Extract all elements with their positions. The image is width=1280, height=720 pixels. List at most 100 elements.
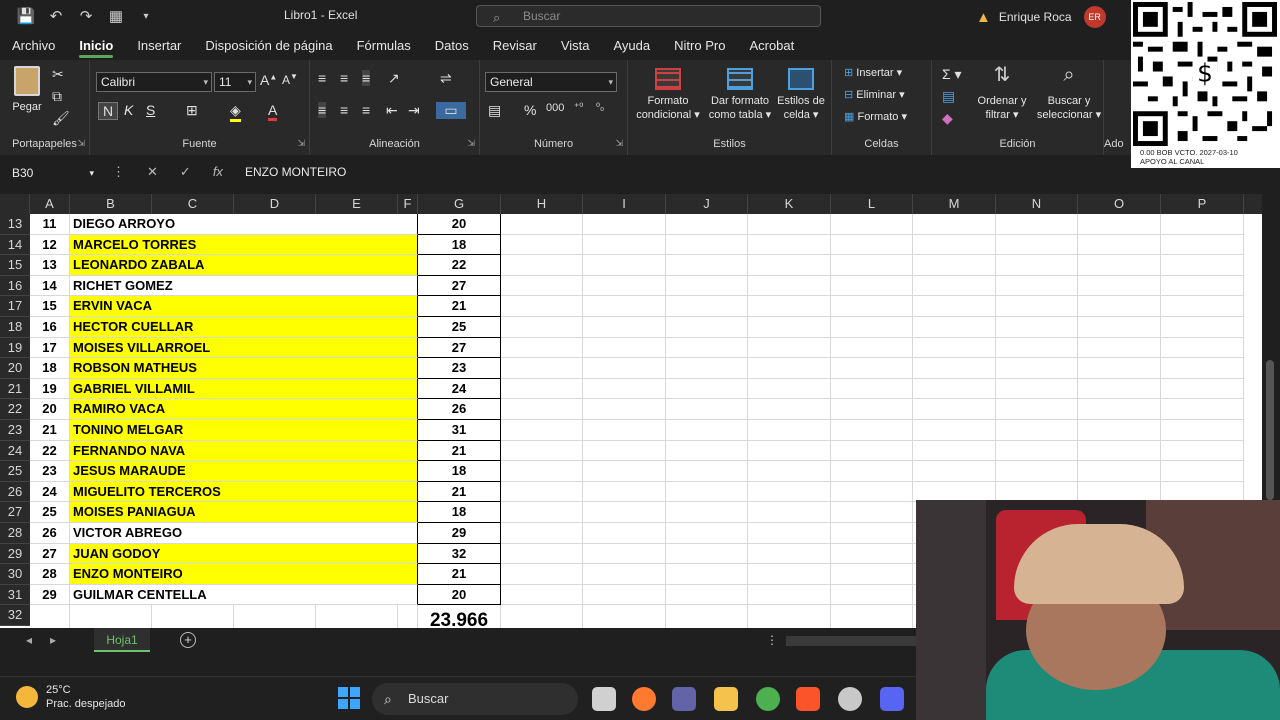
find-select-button[interactable]: ⌕ Buscar y seleccionar ▾ bbox=[1036, 65, 1102, 122]
empty-cell[interactable] bbox=[501, 543, 583, 565]
empty-cell[interactable] bbox=[831, 358, 913, 379]
column-header[interactable]: N bbox=[996, 194, 1078, 214]
empty-cell[interactable] bbox=[501, 584, 583, 606]
empty-cell[interactable] bbox=[1161, 214, 1244, 235]
empty-cell[interactable] bbox=[1078, 296, 1161, 317]
save-icon[interactable]: 💾 bbox=[16, 6, 36, 26]
customize-qa-icon[interactable]: ▾ bbox=[136, 6, 156, 26]
sort-filter-button[interactable]: ⇅ Ordenar y filtrar ▾ bbox=[974, 65, 1030, 122]
empty-cell[interactable] bbox=[666, 605, 748, 628]
empty-cell[interactable] bbox=[913, 296, 996, 317]
empty-cell[interactable] bbox=[831, 605, 913, 628]
cell-name[interactable]: LEONARDO ZABALA bbox=[70, 255, 418, 276]
empty-cell[interactable] bbox=[583, 420, 666, 441]
column-header[interactable]: K bbox=[748, 194, 831, 214]
cell-styles-button[interactable]: Estilos de celda ▾ bbox=[774, 68, 828, 122]
tab-insertar[interactable]: Insertar bbox=[125, 32, 193, 60]
vertical-scroll-thumb[interactable] bbox=[1266, 360, 1274, 500]
empty-cell[interactable] bbox=[583, 275, 666, 297]
paste-button[interactable]: Pegar bbox=[10, 66, 44, 114]
row-header[interactable]: 15 bbox=[0, 255, 30, 276]
cell-name[interactable]: GUILMAR CENTELLA bbox=[70, 584, 418, 606]
row-header[interactable]: 18 bbox=[0, 317, 30, 338]
empty-cell[interactable] bbox=[1078, 255, 1161, 276]
empty-cell[interactable] bbox=[748, 296, 831, 317]
empty-cell[interactable] bbox=[996, 214, 1078, 235]
empty-cell[interactable] bbox=[831, 584, 913, 606]
cell-value[interactable]: 18 bbox=[418, 234, 501, 256]
cell-value[interactable]: 27 bbox=[418, 275, 501, 297]
empty-cell[interactable] bbox=[748, 358, 831, 379]
empty-cell[interactable] bbox=[583, 255, 666, 276]
empty-cell[interactable] bbox=[913, 399, 996, 420]
column-header[interactable]: C bbox=[152, 194, 234, 214]
empty-cell[interactable] bbox=[583, 502, 666, 523]
row-header[interactable]: 24 bbox=[0, 440, 30, 462]
row-header[interactable]: 16 bbox=[0, 275, 30, 297]
empty-cell[interactable] bbox=[831, 461, 913, 482]
column-header[interactable]: B bbox=[70, 194, 152, 214]
row-header[interactable]: 29 bbox=[0, 543, 30, 565]
empty-cell[interactable] bbox=[583, 481, 666, 503]
empty-cell[interactable] bbox=[666, 564, 748, 585]
cell-index[interactable]: 28 bbox=[30, 564, 70, 585]
column-header[interactable]: P bbox=[1161, 194, 1244, 214]
cell-index[interactable]: 15 bbox=[30, 296, 70, 317]
wrap-text-icon[interactable]: ⇌ bbox=[440, 70, 452, 87]
cell-index[interactable]: 19 bbox=[30, 378, 70, 400]
empty-cell[interactable] bbox=[501, 378, 583, 400]
cell-index[interactable]: 22 bbox=[30, 440, 70, 462]
cell-index[interactable]: 12 bbox=[30, 234, 70, 256]
row-header[interactable]: 21 bbox=[0, 378, 30, 400]
cell-value[interactable]: 27 bbox=[418, 337, 501, 359]
row-header[interactable]: 23 bbox=[0, 420, 30, 441]
empty-cell[interactable] bbox=[583, 399, 666, 420]
number-format-select[interactable]: General ▾ bbox=[485, 72, 617, 92]
empty-cell[interactable] bbox=[666, 296, 748, 317]
row-header[interactable]: 17 bbox=[0, 296, 30, 317]
empty-cell[interactable] bbox=[1161, 378, 1244, 400]
empty-cell[interactable] bbox=[583, 461, 666, 482]
clear-icon[interactable]: ◆ bbox=[942, 110, 953, 127]
cell-name[interactable]: HECTOR CUELLAR bbox=[70, 317, 418, 338]
empty-cell[interactable] bbox=[666, 502, 748, 523]
empty-cell[interactable] bbox=[913, 420, 996, 441]
empty-cell[interactable] bbox=[913, 255, 996, 276]
empty-cell[interactable] bbox=[316, 605, 398, 628]
empty-cell[interactable] bbox=[1078, 440, 1161, 462]
cell-index[interactable]: 13 bbox=[30, 255, 70, 276]
cell-value[interactable]: 20 bbox=[418, 584, 501, 606]
formula-input[interactable]: ENZO MONTEIRO bbox=[245, 165, 346, 179]
empty-cell[interactable] bbox=[831, 564, 913, 585]
empty-cell[interactable] bbox=[1161, 317, 1244, 338]
delete-cells-button[interactable]: ⊟ Eliminar ▾ bbox=[844, 88, 905, 102]
cell-name[interactable]: GABRIEL VILLAMIL bbox=[70, 378, 418, 400]
empty-cell[interactable] bbox=[501, 296, 583, 317]
empty-cell[interactable] bbox=[996, 275, 1078, 297]
align-middle-icon[interactable]: ≡ bbox=[340, 70, 348, 86]
empty-cell[interactable] bbox=[666, 399, 748, 420]
empty-cell[interactable] bbox=[913, 337, 996, 359]
cell-index[interactable]: 24 bbox=[30, 481, 70, 503]
firefox-icon[interactable] bbox=[632, 687, 656, 711]
row-header[interactable]: 19 bbox=[0, 337, 30, 359]
empty-cell[interactable] bbox=[583, 317, 666, 338]
cell-name[interactable]: MOISES VILLARROEL bbox=[70, 337, 418, 359]
empty-cell[interactable] bbox=[748, 420, 831, 441]
font-color-icon[interactable]: A bbox=[268, 102, 278, 121]
empty-cell[interactable] bbox=[1161, 337, 1244, 359]
average-value[interactable]: 23.966 bbox=[418, 605, 501, 628]
number-launcher-icon[interactable]: ⇲ bbox=[615, 138, 623, 149]
format-cells-button[interactable]: ▦ Formato ▾ bbox=[844, 110, 907, 124]
cell-value[interactable]: 24 bbox=[418, 378, 501, 400]
empty-cell[interactable] bbox=[1161, 358, 1244, 379]
tab-archivo[interactable]: Archivo bbox=[0, 32, 67, 60]
align-center-icon[interactable]: ≡ bbox=[340, 102, 348, 118]
align-bottom-icon[interactable]: ≡ bbox=[362, 70, 371, 86]
empty-cell[interactable] bbox=[1161, 255, 1244, 276]
cell-index[interactable]: 18 bbox=[30, 358, 70, 379]
empty-cell[interactable] bbox=[831, 440, 913, 462]
row-header[interactable]: 25 bbox=[0, 461, 30, 482]
empty-cell[interactable] bbox=[996, 440, 1078, 462]
empty-cell[interactable] bbox=[913, 378, 996, 400]
